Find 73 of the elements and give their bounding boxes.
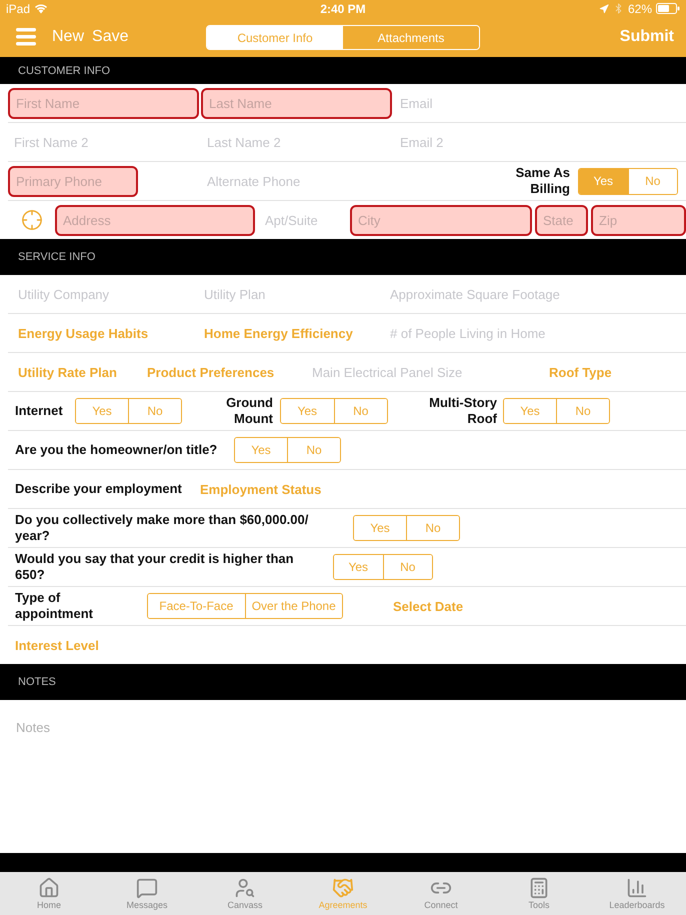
wifi-icon [34,3,48,14]
tab-icon [234,877,256,899]
battery-icon [656,3,680,14]
input-field[interactable]: Zip [591,204,686,236]
input-field[interactable]: Utility Company [12,278,198,310]
submit-button[interactable]: Submit [620,28,674,46]
section-title: CUSTOMER INFO [18,64,110,76]
nav-action-button[interactable]: Save [92,28,128,46]
tab-bar-item[interactable]: Leaderboards [588,872,686,915]
tab-bar-item[interactable]: Messages [98,872,196,915]
input-field[interactable]: Last Name [201,88,392,118]
toggle-option[interactable]: No [287,438,340,462]
toggle-option[interactable]: Over the Phone [244,594,342,618]
input-field[interactable]: Apt/Suite [259,204,345,236]
tab-bar-item[interactable]: Canvass [196,872,294,915]
toggle-option[interactable]: No [628,168,677,194]
input-field[interactable]: Main Electrical Panel Size [306,356,549,388]
field-label: Are you the homeowner/on title? [15,442,218,458]
tab-bar-item[interactable]: Agreements [294,872,392,915]
field-label: Would you say that your credit is higher than 650? [15,551,295,583]
tab-bar-item[interactable]: Home [0,872,98,915]
input-field[interactable]: Primary Phone [8,166,138,196]
input-field[interactable]: # of People Living in Home [384,318,686,348]
input-field[interactable]: Email 2 [394,126,686,158]
picker-button[interactable]: Roof Type [549,364,612,380]
clock-text: 2:40 PM [320,2,366,16]
input-field[interactable]: Email [394,88,686,118]
field-label: Internet [15,403,63,419]
tab-bar-item[interactable]: Tools [490,872,588,915]
input-field[interactable]: Alternate Phone [201,166,392,196]
input-field[interactable]: City [350,204,532,236]
field-label: Ground Mount [225,395,273,427]
tab-icon [626,877,648,899]
picker-button[interactable]: Energy Usage Habits [18,326,148,340]
toggle-option[interactable]: No [406,516,459,540]
tab-icon [38,877,60,899]
carrier-text: iPad [6,2,30,16]
input-field[interactable]: Approximate Square Footage [384,278,686,310]
tab-bar-item[interactable]: Connect [392,872,490,915]
section-title: SERVICE INFO [18,251,96,263]
toggle-option[interactable]: Yes [579,168,628,194]
picker-button[interactable]: Select Date [393,598,464,614]
picker-button[interactable]: Interest Level [15,638,99,652]
picker-button[interactable]: Product Preferences [147,364,274,380]
locate-icon[interactable] [20,209,42,231]
input-field[interactable]: State [535,204,588,236]
bluetooth-icon [612,3,624,14]
toggle-option[interactable]: No [556,399,609,423]
picker-button[interactable]: Home Energy Efficiency [204,326,353,340]
tab-icon [136,877,158,899]
tab-icon [332,877,354,899]
toggle-option[interactable]: No [128,399,181,423]
battery-text: 62% [628,2,652,16]
location-icon [598,4,609,14]
toggle-option[interactable]: No [334,399,387,423]
field-label: Describe your employment [15,481,182,497]
field-label: Type of appointment [15,590,94,622]
picker-button[interactable]: Utility Rate Plan [18,364,117,380]
input-field[interactable]: First Name 2 [8,126,199,158]
input-field[interactable]: Last Name 2 [201,126,392,158]
segment-tab[interactable]: Customer Info [207,26,343,49]
input-field[interactable]: First Name [8,88,199,118]
input-field[interactable]: Address [55,204,255,236]
nav-action-button[interactable]: New [52,28,84,46]
field-label: Multi-Story Roof [428,395,497,427]
field-label: Do you collectively make more than $60,000.00/ year? [15,512,310,544]
menu-icon[interactable] [16,28,36,46]
toggle-option[interactable]: No [382,555,432,579]
picker-button[interactable]: Employment Status [200,482,322,496]
field-label: Same As Billing [514,165,570,197]
tab-icon [528,877,550,899]
input-field[interactable]: Utility Plan [198,278,384,310]
section-title: NOTES [18,676,56,688]
